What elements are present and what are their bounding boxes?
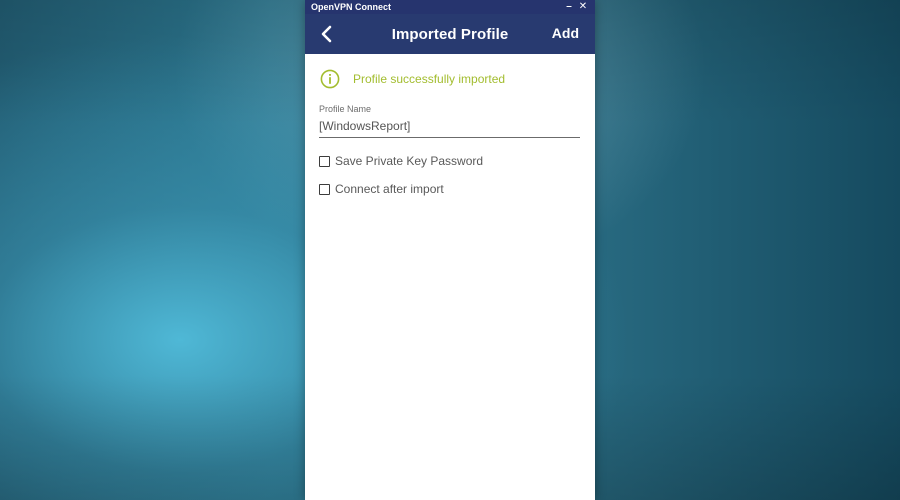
success-message: Profile successfully imported <box>353 72 506 86</box>
chevron-left-icon <box>321 25 332 43</box>
profile-name-label: Profile Name <box>319 104 372 114</box>
window-titlebar[interactable]: OpenVPN Connect – ✕ <box>305 0 595 14</box>
add-button[interactable]: Add <box>552 25 579 41</box>
openvpn-window: OpenVPN Connect – ✕ Imported Profile Add… <box>305 0 595 500</box>
profile-form: Profile successfully imported Profile Na… <box>305 54 595 196</box>
close-icon[interactable]: ✕ <box>577 0 589 14</box>
save-password-option[interactable]: Save Private Key Password <box>319 154 581 168</box>
info-circle-icon <box>320 69 340 89</box>
app-header: Imported Profile Add <box>305 14 595 54</box>
page-title: Imported Profile <box>391 25 509 43</box>
back-button[interactable] <box>315 22 339 46</box>
save-password-label: Save Private Key Password <box>335 154 484 168</box>
connect-after-import-option[interactable]: Connect after import <box>319 182 581 196</box>
window-title: OpenVPN Connect <box>311 2 392 12</box>
connect-after-import-label: Connect after import <box>335 182 444 196</box>
success-notice: Profile successfully imported <box>320 68 581 90</box>
save-password-checkbox[interactable] <box>319 155 330 167</box>
connect-after-import-checkbox[interactable] <box>319 183 330 195</box>
profile-name-input[interactable] <box>319 117 580 138</box>
minimize-icon[interactable]: – <box>563 0 575 14</box>
